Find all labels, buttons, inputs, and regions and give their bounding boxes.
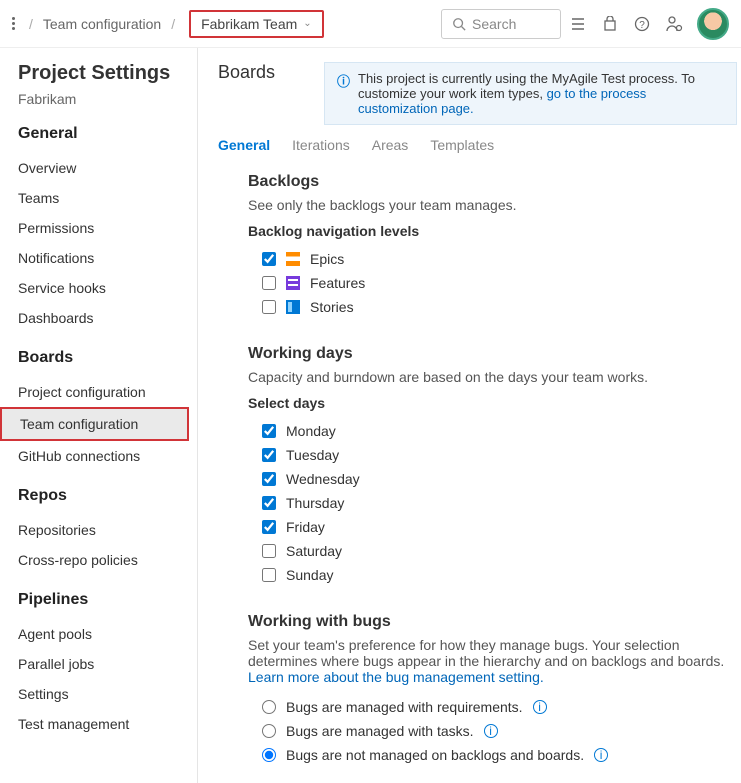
- breadcrumb-separator: /: [23, 16, 39, 32]
- stories-label: Stories: [310, 299, 354, 315]
- sidebar-item-cross-repo[interactable]: Cross-repo policies: [0, 545, 189, 575]
- sidebar-item-repositories[interactable]: Repositories: [0, 515, 189, 545]
- sidebar-item-parallel-jobs[interactable]: Parallel jobs: [0, 649, 189, 679]
- backlogs-sub: Backlog navigation levels: [248, 223, 731, 239]
- bugs-option-not-managed: Bugs are not managed on backlogs and boa…: [286, 747, 584, 763]
- tab-areas[interactable]: Areas: [372, 137, 409, 159]
- page-title: Boards: [218, 62, 308, 83]
- thursday-checkbox[interactable]: [262, 496, 276, 510]
- tab-general[interactable]: General: [218, 137, 270, 159]
- chevron-down-icon: ⌄: [303, 18, 311, 29]
- sidebar-title: Project Settings: [18, 62, 197, 85]
- sidebar-section-pipelines: Pipelines: [18, 591, 197, 609]
- bugs-radio-requirements[interactable]: [262, 700, 276, 714]
- sidebar-item-test-mgmt[interactable]: Test management: [0, 709, 189, 739]
- sidebar-item-github-connections[interactable]: GitHub connections: [0, 441, 189, 471]
- info-icon[interactable]: i: [594, 748, 608, 762]
- wednesday-checkbox[interactable]: [262, 472, 276, 486]
- bugs-heading: Working with bugs: [248, 613, 731, 631]
- info-banner-text: This project is currently using the MyAg…: [358, 71, 724, 116]
- sidebar-section-repos: Repos: [18, 487, 197, 505]
- bugs-learn-more-link[interactable]: Learn more about the bug management sett…: [248, 669, 544, 685]
- info-banner: ⓘ This project is currently using the My…: [324, 62, 737, 125]
- wednesday-label: Wednesday: [286, 471, 360, 487]
- info-icon[interactable]: i: [533, 700, 547, 714]
- content: Boards ⓘ This project is currently using…: [198, 48, 741, 783]
- epic-icon: [286, 252, 300, 266]
- help-icon[interactable]: ?: [633, 15, 651, 33]
- sidebar-section-general: General: [18, 125, 197, 143]
- features-checkbox[interactable]: [262, 276, 276, 290]
- backlogs-section: Backlogs See only the backlogs your team…: [248, 173, 731, 319]
- friday-checkbox[interactable]: [262, 520, 276, 534]
- sidebar-item-teams[interactable]: Teams: [0, 183, 189, 213]
- sidebar-item-project-config[interactable]: Project configuration: [0, 377, 189, 407]
- tabs: General Iterations Areas Templates: [218, 137, 741, 159]
- sidebar: Project Settings Fabrikam General Overvi…: [0, 48, 198, 783]
- backlogs-heading: Backlogs: [248, 173, 731, 191]
- search-input[interactable]: Search: [441, 9, 561, 39]
- breadcrumb-item[interactable]: Team configuration: [43, 16, 161, 32]
- workingdays-sub: Select days: [248, 395, 731, 411]
- friday-label: Friday: [286, 519, 325, 535]
- tuesday-label: Tuesday: [286, 447, 339, 463]
- backlogs-desc: See only the backlogs your team manages.: [248, 197, 731, 213]
- stories-checkbox[interactable]: [262, 300, 276, 314]
- bugs-option-tasks: Bugs are managed with tasks.: [286, 723, 474, 739]
- breadcrumb-separator: /: [165, 16, 181, 32]
- avatar[interactable]: [697, 8, 729, 40]
- sidebar-item-team-config[interactable]: Team configuration: [0, 407, 189, 441]
- backlog-level-epics: Epics: [248, 247, 731, 271]
- svg-text:?: ?: [639, 20, 645, 31]
- backlog-level-stories: Stories: [248, 295, 731, 319]
- marketplace-icon[interactable]: [601, 15, 619, 33]
- sidebar-item-permissions[interactable]: Permissions: [0, 213, 189, 243]
- sunday-checkbox[interactable]: [262, 568, 276, 582]
- team-dropdown-label: Fabrikam Team: [201, 16, 297, 32]
- list-icon[interactable]: [569, 15, 587, 33]
- bugs-radio-tasks[interactable]: [262, 724, 276, 738]
- backlog-level-features: Features: [248, 271, 731, 295]
- saturday-checkbox[interactable]: [262, 544, 276, 558]
- epics-checkbox[interactable]: [262, 252, 276, 266]
- sunday-label: Sunday: [286, 567, 333, 583]
- feature-icon: [286, 276, 300, 290]
- thursday-label: Thursday: [286, 495, 344, 511]
- bugs-option-requirements: Bugs are managed with requirements.: [286, 699, 523, 715]
- project-name[interactable]: Fabrikam: [18, 91, 197, 107]
- search-icon: [452, 17, 466, 31]
- sidebar-item-notifications[interactable]: Notifications: [0, 243, 189, 273]
- info-icon: ⓘ: [337, 71, 350, 116]
- sidebar-item-overview[interactable]: Overview: [0, 153, 189, 183]
- monday-label: Monday: [286, 423, 336, 439]
- more-icon[interactable]: [12, 17, 19, 30]
- saturday-label: Saturday: [286, 543, 342, 559]
- tuesday-checkbox[interactable]: [262, 448, 276, 462]
- sidebar-section-boards: Boards: [18, 349, 197, 367]
- search-placeholder: Search: [472, 16, 516, 32]
- epics-label: Epics: [310, 251, 344, 267]
- bugs-desc: Set your team's preference for how they …: [248, 637, 731, 685]
- sidebar-item-settings[interactable]: Settings: [0, 679, 189, 709]
- workingdays-section: Working days Capacity and burndown are b…: [248, 345, 731, 587]
- team-dropdown[interactable]: Fabrikam Team ⌄: [189, 10, 324, 38]
- workingdays-desc: Capacity and burndown are based on the d…: [248, 369, 731, 385]
- story-icon: [286, 300, 300, 314]
- features-label: Features: [310, 275, 365, 291]
- monday-checkbox[interactable]: [262, 424, 276, 438]
- bugs-section: Working with bugs Set your team's prefer…: [248, 613, 731, 767]
- breadcrumb: / Team configuration / Fabrikam Team ⌄: [12, 10, 324, 38]
- tab-templates[interactable]: Templates: [430, 137, 494, 159]
- sidebar-item-dashboards[interactable]: Dashboards: [0, 303, 189, 333]
- info-icon[interactable]: i: [484, 724, 498, 738]
- sidebar-item-agent-pools[interactable]: Agent pools: [0, 619, 189, 649]
- user-settings-icon[interactable]: [665, 15, 683, 33]
- sidebar-item-service-hooks[interactable]: Service hooks: [0, 273, 189, 303]
- bugs-radio-not-managed[interactable]: [262, 748, 276, 762]
- tab-iterations[interactable]: Iterations: [292, 137, 350, 159]
- workingdays-heading: Working days: [248, 345, 731, 363]
